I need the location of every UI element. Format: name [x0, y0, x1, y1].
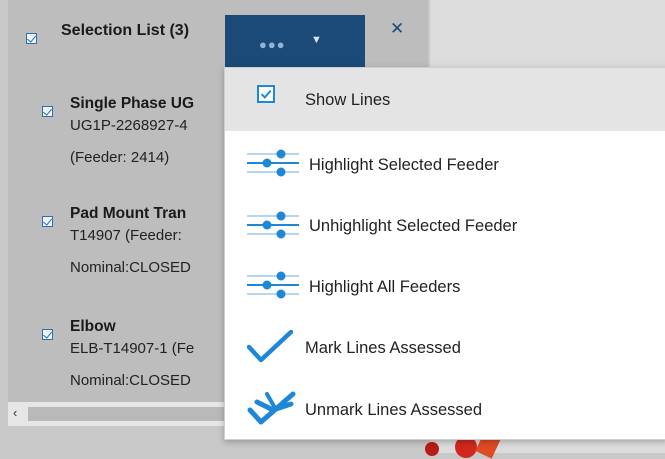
chevron-down-icon: ▼	[311, 34, 322, 46]
scroll-thumb[interactable]	[28, 407, 228, 421]
uncheck-mark-icon	[247, 388, 297, 433]
item-checkbox[interactable]	[42, 329, 53, 340]
item-detail: UG1P-2268927-4	[70, 117, 188, 134]
panel-title: Selection List (3)	[61, 22, 190, 39]
horizontal-scrollbar[interactable]: ‹	[8, 402, 248, 426]
scroll-left-arrow[interactable]: ‹	[13, 405, 17, 420]
menu-item-label: Unmark Lines Assessed	[305, 401, 482, 419]
item-detail: T14907 (Feeder:	[70, 227, 182, 244]
menu-item-label: Unhighlight Selected Feeder	[309, 217, 518, 235]
feeder-lines-icon	[247, 146, 299, 185]
menu-item-label: Mark Lines Assessed	[305, 339, 461, 357]
checkmark-icon	[246, 329, 294, 370]
close-icon[interactable]: ✕	[390, 19, 404, 39]
select-all-checkbox[interactable]	[26, 33, 37, 44]
menu-item-label: Highlight All Feeders	[309, 278, 461, 296]
checkbox-checked-icon	[257, 85, 275, 108]
options-dropdown-menu: Show Lines Highlight Selected Feeder Unh…	[224, 67, 665, 440]
item-detail: Nominal:CLOSED	[70, 372, 191, 389]
menu-item-label: Highlight Selected Feeder	[309, 156, 499, 174]
item-detail: (Feeder: 2414)	[70, 149, 170, 166]
menu-item-show-lines[interactable]: Show Lines	[225, 68, 665, 131]
feeder-lines-icon	[247, 208, 299, 247]
item-checkbox[interactable]	[42, 106, 53, 117]
more-dots-icon: ●●●	[259, 37, 286, 52]
more-options-button[interactable]: ●●● ▼	[225, 15, 365, 67]
item-title: Single Phase UG	[70, 95, 195, 112]
menu-item-label: Show Lines	[305, 91, 391, 109]
menu-item-unmark-lines-assessed[interactable]: Unmark Lines Assessed	[225, 380, 665, 438]
panel-header: Selection List (3) ●●● ▼ ✕	[8, 0, 428, 67]
menu-item-highlight-selected-feeder[interactable]: Highlight Selected Feeder	[225, 134, 665, 192]
menu-item-mark-lines-assessed[interactable]: Mark Lines Assessed	[225, 319, 665, 377]
item-detail: Nominal:CLOSED	[70, 259, 191, 276]
menu-item-highlight-all-feeders[interactable]: Highlight All Feeders	[225, 256, 665, 314]
item-detail: ELB-T14907-1 (Fe	[70, 340, 195, 357]
map-feature	[425, 442, 439, 456]
feeder-lines-icon	[247, 268, 299, 307]
item-title: Pad Mount Tran	[70, 205, 187, 222]
item-title: Elbow	[70, 318, 116, 335]
item-checkbox[interactable]	[42, 216, 53, 227]
menu-item-unhighlight-selected-feeder[interactable]: Unhighlight Selected Feeder	[225, 196, 665, 254]
